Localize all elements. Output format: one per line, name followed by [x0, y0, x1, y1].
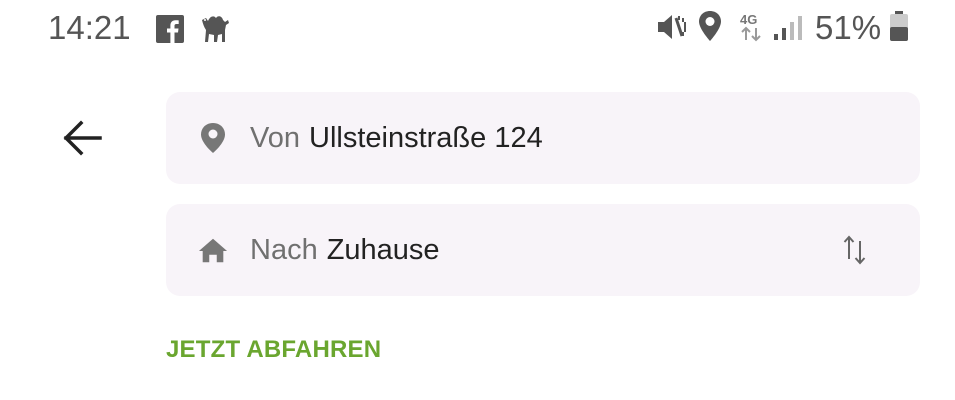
back-button[interactable]	[58, 115, 108, 161]
arrow-left-icon	[63, 120, 102, 156]
swap-locations-button[interactable]	[840, 232, 870, 268]
to-location-text: Nach Zuhause	[250, 204, 440, 296]
status-time: 14:21	[48, 9, 131, 46]
battery-icon	[888, 10, 910, 47]
signal-icon	[772, 14, 804, 47]
network-4g-icon: 4G	[738, 10, 764, 47]
vibrate-mute-icon	[654, 12, 688, 47]
from-value: Ullsteinstraße 124	[309, 121, 543, 154]
to-prefix: Nach	[250, 233, 318, 266]
from-location-text: Von Ullsteinstraße 124	[250, 92, 543, 184]
screen: 14:21 4G 51% Von Ullsteinstraße 124 Nach…	[0, 0, 955, 400]
swap-arrows-icon	[843, 235, 866, 265]
from-prefix: Von	[250, 121, 300, 154]
battery-percentage: 51%	[815, 9, 882, 46]
from-location-field[interactable]: Von Ullsteinstraße 124	[166, 92, 920, 184]
camel-icon	[197, 8, 233, 49]
home-icon	[198, 234, 228, 266]
to-value: Zuhause	[326, 233, 440, 266]
facebook-icon	[156, 15, 184, 48]
location-icon	[698, 10, 722, 47]
location-pin-icon	[198, 122, 228, 154]
depart-now-button[interactable]: JETZT ABFAHREN	[166, 336, 381, 364]
svg-text:4G: 4G	[740, 12, 757, 27]
to-location-field[interactable]: Nach Zuhause	[166, 204, 920, 296]
